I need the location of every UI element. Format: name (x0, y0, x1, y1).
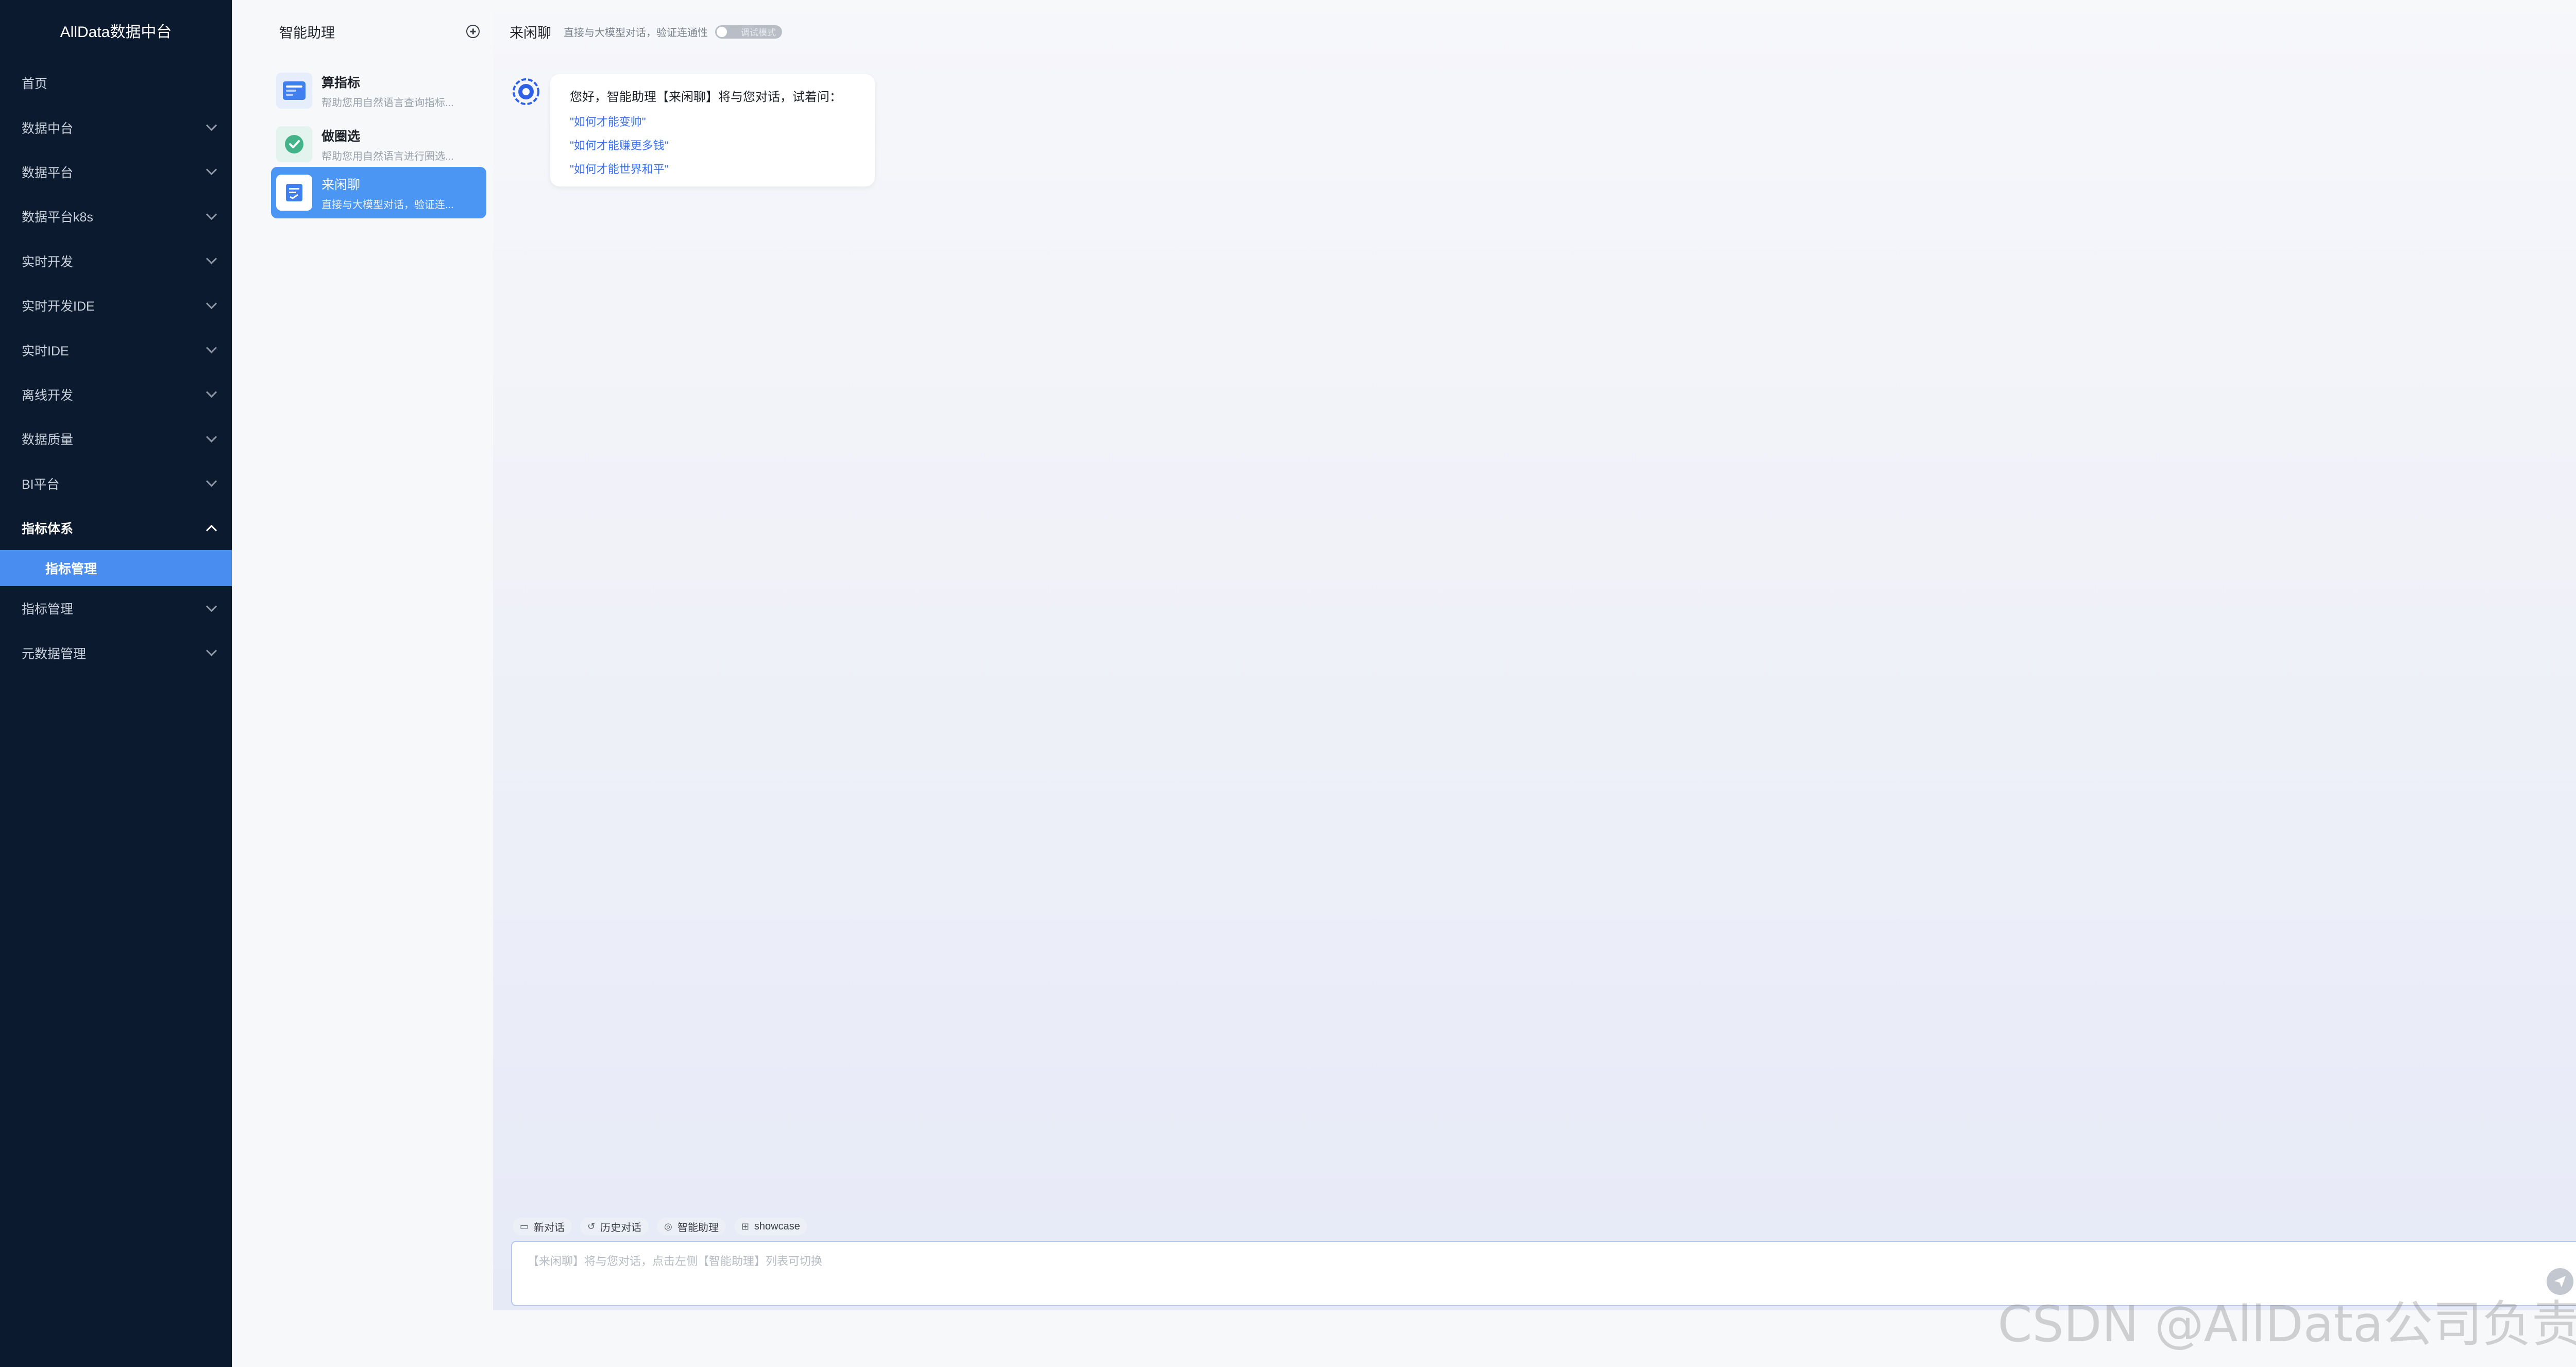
grid-icon: ⊞ (741, 1221, 749, 1232)
chat-title: 来闲聊 (510, 25, 551, 41)
nav-label: 实时IDE (22, 344, 69, 358)
suggestion-link[interactable]: "如何才能变帅" (570, 113, 875, 129)
agent-title: 做圈选 (321, 129, 361, 144)
nav-item-realtime-dev-ide[interactable]: 实时开发IDE (0, 283, 232, 328)
watermark: CSDN @AllData公司负责人 (1997, 1295, 2576, 1353)
agent-title: 算指标 (321, 75, 361, 90)
assistant-button[interactable]: ◎ 智能助理 (657, 1218, 726, 1235)
tool-label: 历史对话 (600, 1222, 642, 1234)
debug-mode-toggle[interactable]: 调试模式 (715, 25, 782, 39)
nav-item-data-platform[interactable]: 数据平台 (0, 150, 232, 194)
nav-label: 数据质量 (22, 433, 74, 448)
chat-area: 来闲聊 直接与大模型对话，验证连通性 调试模式 您好，智能助理【来闲聊】将与您对… (493, 13, 2576, 1310)
agent-title: 来闲聊 (321, 177, 361, 192)
chevron-down-icon (206, 298, 217, 309)
greeting-text: 您好，智能助理【来闲聊】将与您对话，试着问： (570, 90, 842, 104)
toggle-label: 调试模式 (741, 28, 776, 38)
message-icon: ▭ (520, 1221, 529, 1232)
brand-title[interactable]: AllData数据中台 (0, 0, 232, 61)
new-chat-button[interactable]: ▭ 新对话 (513, 1218, 572, 1235)
nav-item-realtime-ide[interactable]: 实时IDE (0, 328, 232, 372)
nav-label: 实时开发 (22, 254, 74, 269)
nav-item-data-quality[interactable]: 数据质量 (0, 417, 232, 461)
nav-label: 数据平台 (22, 165, 74, 180)
side-nav: AllData数据中台 首页 数据中台 数据平台 数据平台k8s 实时开发 实时… (0, 0, 232, 1367)
nav-item-home[interactable]: 首页 (0, 61, 232, 105)
agent-item-chat[interactable]: 来闲聊 直接与大模型对话，验证连... (271, 167, 486, 218)
welcome-message: 您好，智能助理【来闲聊】将与您对话，试着问： "如何才能变帅" "如何才能赚更多… (550, 74, 875, 186)
chevron-down-icon (206, 342, 217, 354)
nav-item-realtime-dev[interactable]: 实时开发 (0, 239, 232, 283)
assistant-panel-header: 智能助理 (260, 13, 493, 49)
assistant-panel-title: 智能助理 (279, 25, 335, 41)
suggestion-link[interactable]: "如何才能赚更多钱" (570, 136, 875, 153)
agent-item-segment[interactable]: 做圈选 帮助您用自然语言进行圈选... (271, 118, 486, 170)
chat-input-placeholder: 【来闲聊】将与您对话，点击左侧【智能助理】列表可切换 (528, 1255, 823, 1268)
chevron-down-icon (206, 476, 217, 487)
chevron-down-icon (206, 387, 217, 398)
nav-item-bi-platform[interactable]: BI平台 (0, 462, 232, 506)
nav-label: 实时开发IDE (22, 299, 95, 314)
chevron-down-icon (206, 645, 217, 657)
chat-subtitle: 直接与大模型对话，验证连通性 (564, 27, 708, 39)
history-button[interactable]: ↺ 历史对话 (580, 1218, 649, 1235)
nav-label: BI平台 (22, 477, 60, 492)
nav-item-data-center[interactable]: 数据中台 (0, 105, 232, 149)
tool-label: 新对话 (534, 1222, 565, 1234)
agent-desc: 帮助您用自然语言进行圈选... (321, 150, 454, 162)
nav-label: 数据中台 (22, 121, 74, 136)
chat-doc-icon (276, 175, 312, 211)
nav-label: 首页 (22, 77, 48, 92)
agent-desc: 直接与大模型对话，验证连... (321, 199, 454, 211)
nav-item-metadata-management[interactable]: 元数据管理 (0, 631, 232, 675)
assistant-panel: 智能助理 算指标 帮助您用自然语言查询指标... 做圈选 帮助您用自然语言进行圈… (260, 13, 493, 1310)
chevron-down-icon (206, 164, 217, 176)
suggestion-link[interactable]: "如何才能世界和平" (570, 160, 875, 177)
chevron-down-icon (206, 253, 217, 265)
tool-label: showcase (754, 1220, 800, 1232)
nav-label: 元数据管理 (22, 646, 87, 661)
nav-subitem-metric-management[interactable]: 指标管理 (0, 550, 232, 587)
nav-item-metric-management[interactable]: 指标管理 (0, 586, 232, 630)
chevron-down-icon (206, 209, 217, 220)
nav-label: 指标体系 (22, 522, 74, 537)
history-icon: ↺ (587, 1221, 596, 1232)
nav-label: 数据平台k8s (22, 210, 93, 225)
chevron-up-icon (206, 524, 217, 536)
nav-item-offline-dev[interactable]: 离线开发 (0, 372, 232, 417)
tool-label: 智能助理 (677, 1222, 719, 1234)
eye-icon: ◎ (664, 1221, 672, 1232)
nav-item-metric-system[interactable]: 指标体系 (0, 506, 232, 550)
nav-label: 指标管理 (22, 602, 74, 617)
chevron-down-icon (206, 601, 217, 612)
nav-item-data-platform-k8s[interactable]: 数据平台k8s (0, 194, 232, 238)
showcase-button[interactable]: ⊞ showcase (734, 1218, 807, 1235)
chevron-down-icon (206, 119, 217, 131)
chat-header: 来闲聊 直接与大模型对话，验证连通性 调试模式 (510, 22, 782, 42)
chat-toolbar: ▭ 新对话 ↺ 历史对话 ◎ 智能助理 ⊞ showcase (513, 1218, 816, 1235)
metric-card-icon (276, 73, 312, 109)
bot-avatar-icon (512, 77, 540, 106)
agent-desc: 帮助您用自然语言查询指标... (321, 97, 454, 109)
nav-label: 离线开发 (22, 388, 74, 403)
chevron-down-icon (206, 431, 217, 442)
add-circle-icon[interactable] (466, 25, 480, 38)
check-shield-icon (276, 126, 312, 162)
agent-item-calc-metric[interactable]: 算指标 帮助您用自然语言查询指标... (271, 65, 486, 116)
